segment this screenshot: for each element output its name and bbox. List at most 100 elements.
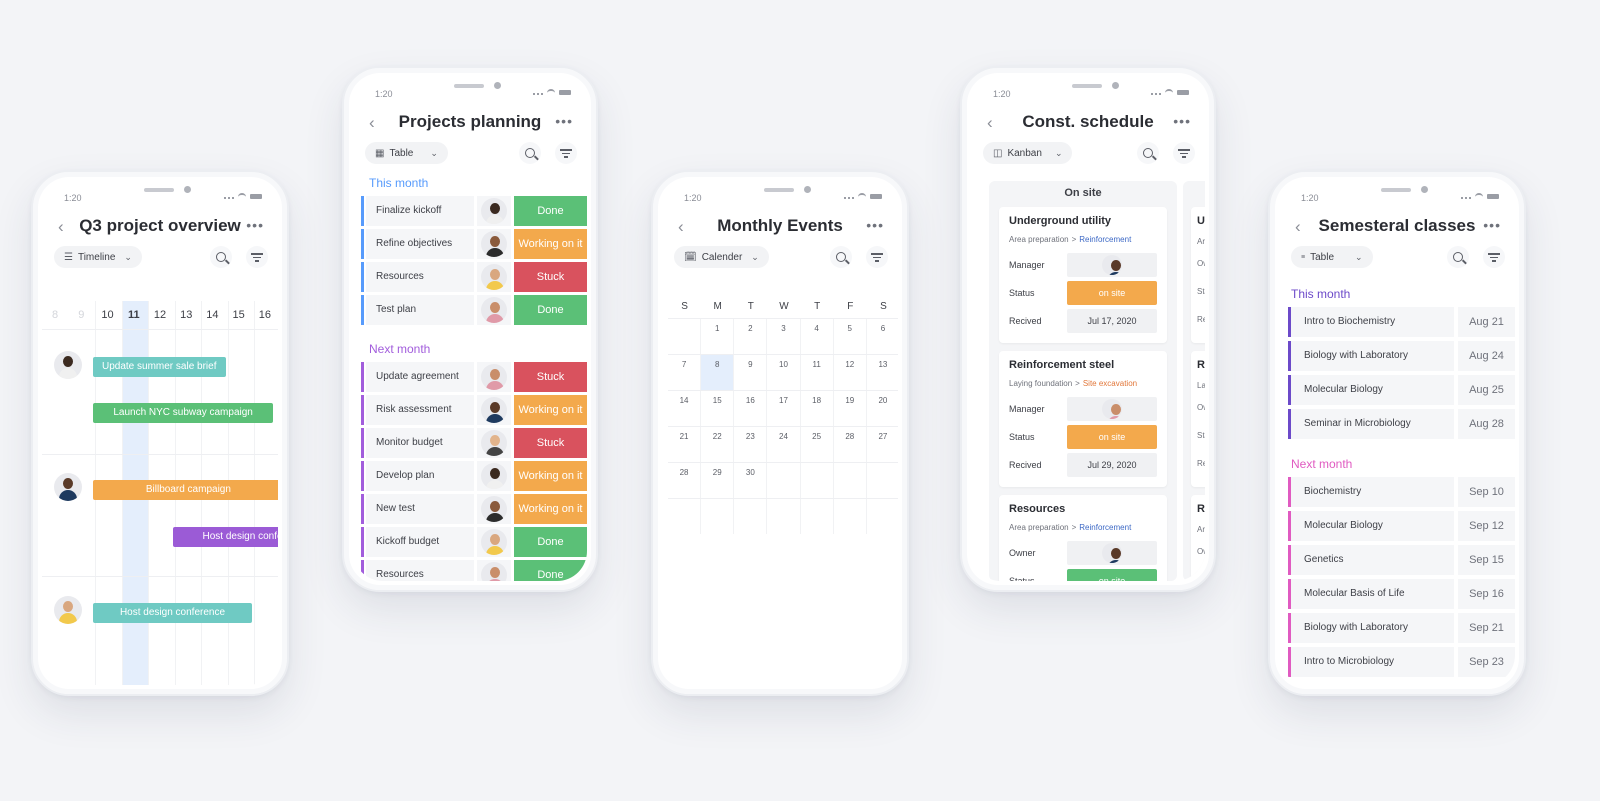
timeline-bar[interactable]: Host design conference bbox=[172, 527, 278, 547]
class-date[interactable]: Aug 28 bbox=[1458, 409, 1515, 439]
class-name[interactable]: Molecular Biology bbox=[1291, 511, 1454, 541]
calendar-day[interactable]: 4 bbox=[801, 319, 834, 354]
class-date[interactable]: Sep 21 bbox=[1458, 613, 1515, 643]
calendar-day[interactable]: 20 bbox=[867, 391, 898, 426]
class-date[interactable]: Sep 23 bbox=[1458, 647, 1515, 677]
class-name[interactable]: Molecular Biology bbox=[1291, 375, 1454, 405]
status-cell[interactable]: Stuck bbox=[514, 428, 587, 458]
calendar-day[interactable]: 27 bbox=[867, 427, 898, 462]
owner-cell[interactable] bbox=[477, 362, 511, 392]
calendar-day[interactable] bbox=[801, 463, 834, 498]
status-cell[interactable]: Done bbox=[514, 527, 587, 557]
owner-cell[interactable] bbox=[477, 196, 511, 226]
table-row[interactable]: Molecular Basis of Life Sep 16 bbox=[1288, 579, 1515, 609]
calendar-day[interactable] bbox=[668, 499, 702, 534]
class-name[interactable]: Intro to Biochemistry bbox=[1291, 307, 1454, 337]
class-name[interactable]: Biology with Laboratory bbox=[1291, 613, 1454, 643]
class-name[interactable]: Genetics bbox=[1291, 545, 1454, 575]
status-cell[interactable]: Done bbox=[514, 560, 587, 581]
calendar-day[interactable] bbox=[734, 499, 768, 534]
calendar-day[interactable]: 5 bbox=[834, 319, 867, 354]
class-date[interactable]: Aug 21 bbox=[1458, 307, 1515, 337]
timeline-bar[interactable]: Launch NYC subway campaign bbox=[93, 403, 274, 423]
status-cell[interactable]: Working on it bbox=[514, 494, 587, 524]
timeline-day-15[interactable]: 15 bbox=[226, 301, 252, 329]
table-row[interactable]: Kickoff budget Done bbox=[361, 527, 587, 557]
calendar-day[interactable]: 1 bbox=[701, 319, 735, 354]
calendar-day[interactable] bbox=[767, 463, 801, 498]
owner-cell[interactable] bbox=[477, 461, 511, 491]
timeline-bar[interactable]: Billboard campaign bbox=[93, 480, 278, 500]
person-field[interactable] bbox=[1067, 541, 1157, 565]
class-name[interactable]: Intro to Microbiology bbox=[1291, 647, 1454, 677]
table-row[interactable]: Monitor budget Stuck bbox=[361, 428, 587, 458]
class-date[interactable]: Sep 10 bbox=[1458, 477, 1515, 507]
calendar-day[interactable] bbox=[767, 499, 801, 534]
item-name[interactable]: Monitor budget bbox=[366, 428, 474, 458]
kanban-card-partial[interactable]: Re Lay Ow Sta Re bbox=[1191, 351, 1205, 487]
status-cell[interactable]: Stuck bbox=[514, 362, 587, 392]
owner-cell[interactable] bbox=[477, 560, 511, 581]
status-cell[interactable]: Working on it bbox=[514, 395, 587, 425]
calendar-day[interactable]: 19 bbox=[834, 391, 867, 426]
class-date[interactable]: Sep 16 bbox=[1458, 579, 1515, 609]
class-name[interactable]: Biochemistry bbox=[1291, 477, 1454, 507]
filter-button[interactable] bbox=[555, 142, 577, 164]
table-row[interactable]: Develop plan Working on it bbox=[361, 461, 587, 491]
table-row[interactable]: Test plan Done bbox=[361, 295, 587, 325]
view-selector[interactable]: ≡ Table ⌄ bbox=[1291, 246, 1373, 268]
calendar-day[interactable]: 12 bbox=[834, 355, 867, 390]
table-row[interactable]: Resources Stuck bbox=[361, 262, 587, 292]
calendar-day[interactable]: 2 bbox=[734, 319, 768, 354]
calendar-day[interactable]: 21 bbox=[668, 427, 702, 462]
table-row[interactable]: Genetics Sep 15 bbox=[1288, 545, 1515, 575]
person-field[interactable] bbox=[1067, 253, 1157, 277]
item-name[interactable]: Finalize kickoff bbox=[366, 196, 474, 226]
filter-button[interactable] bbox=[1173, 142, 1195, 164]
table-row[interactable]: Refine objectives Working on it bbox=[361, 229, 587, 259]
table-row[interactable]: Update agreement Stuck bbox=[361, 362, 587, 392]
status-cell[interactable]: Working on it bbox=[514, 229, 587, 259]
calendar-day[interactable]: 30 bbox=[734, 463, 768, 498]
item-name[interactable]: Risk assessment bbox=[366, 395, 474, 425]
calendar-day[interactable] bbox=[834, 499, 867, 534]
timeline-bar[interactable]: Update summer sale brief bbox=[93, 357, 226, 377]
crumb-link[interactable]: Site excavation bbox=[1083, 379, 1137, 388]
class-name[interactable]: Biology with Laboratory bbox=[1291, 341, 1454, 371]
calendar-day[interactable] bbox=[668, 319, 702, 354]
filter-button[interactable] bbox=[866, 246, 888, 268]
calendar-day[interactable]: 28 bbox=[834, 427, 867, 462]
status-field[interactable]: on site bbox=[1067, 281, 1157, 305]
table-row[interactable]: Molecular Biology Sep 12 bbox=[1288, 511, 1515, 541]
calendar-day[interactable]: 15 bbox=[701, 391, 735, 426]
calendar-day[interactable]: 6 bbox=[867, 319, 898, 354]
calendar-day[interactable]: 9 bbox=[734, 355, 768, 390]
owner-cell[interactable] bbox=[477, 295, 511, 325]
item-name[interactable]: Resources bbox=[366, 560, 474, 581]
table-row[interactable]: Biology with Laboratory Sep 21 bbox=[1288, 613, 1515, 643]
class-date[interactable]: Aug 24 bbox=[1458, 341, 1515, 371]
calendar-day[interactable]: 22 bbox=[701, 427, 735, 462]
calendar-day[interactable]: 7 bbox=[668, 355, 702, 390]
class-name[interactable]: Molecular Basis of Life bbox=[1291, 579, 1454, 609]
kanban-card-partial[interactable]: Re Are Ow bbox=[1191, 495, 1205, 581]
crumb-link[interactable]: Reinforcement bbox=[1079, 235, 1131, 244]
item-name[interactable]: Kickoff budget bbox=[366, 527, 474, 557]
timeline-day-16[interactable]: 16 bbox=[252, 301, 278, 329]
class-date[interactable]: Sep 15 bbox=[1458, 545, 1515, 575]
calendar-day[interactable]: 8 bbox=[701, 355, 735, 390]
calendar-day[interactable]: 10 bbox=[767, 355, 801, 390]
ellipsis-icon[interactable]: ••• bbox=[246, 217, 264, 233]
search-button[interactable] bbox=[519, 142, 541, 164]
table-row[interactable]: Biology with Laboratory Aug 24 bbox=[1288, 341, 1515, 371]
table-row[interactable]: Intro to Microbiology Sep 23 bbox=[1288, 647, 1515, 677]
calendar-day[interactable]: 24 bbox=[767, 427, 801, 462]
search-button[interactable] bbox=[1137, 142, 1159, 164]
search-button[interactable] bbox=[830, 246, 852, 268]
calendar-day[interactable]: 16 bbox=[734, 391, 768, 426]
calendar-day[interactable]: 14 bbox=[668, 391, 702, 426]
timeline-day-13[interactable]: 13 bbox=[173, 301, 199, 329]
ellipsis-icon[interactable]: ••• bbox=[555, 113, 573, 129]
table-row[interactable]: Seminar in Microbiology Aug 28 bbox=[1288, 409, 1515, 439]
calendar-day[interactable]: 11 bbox=[801, 355, 834, 390]
